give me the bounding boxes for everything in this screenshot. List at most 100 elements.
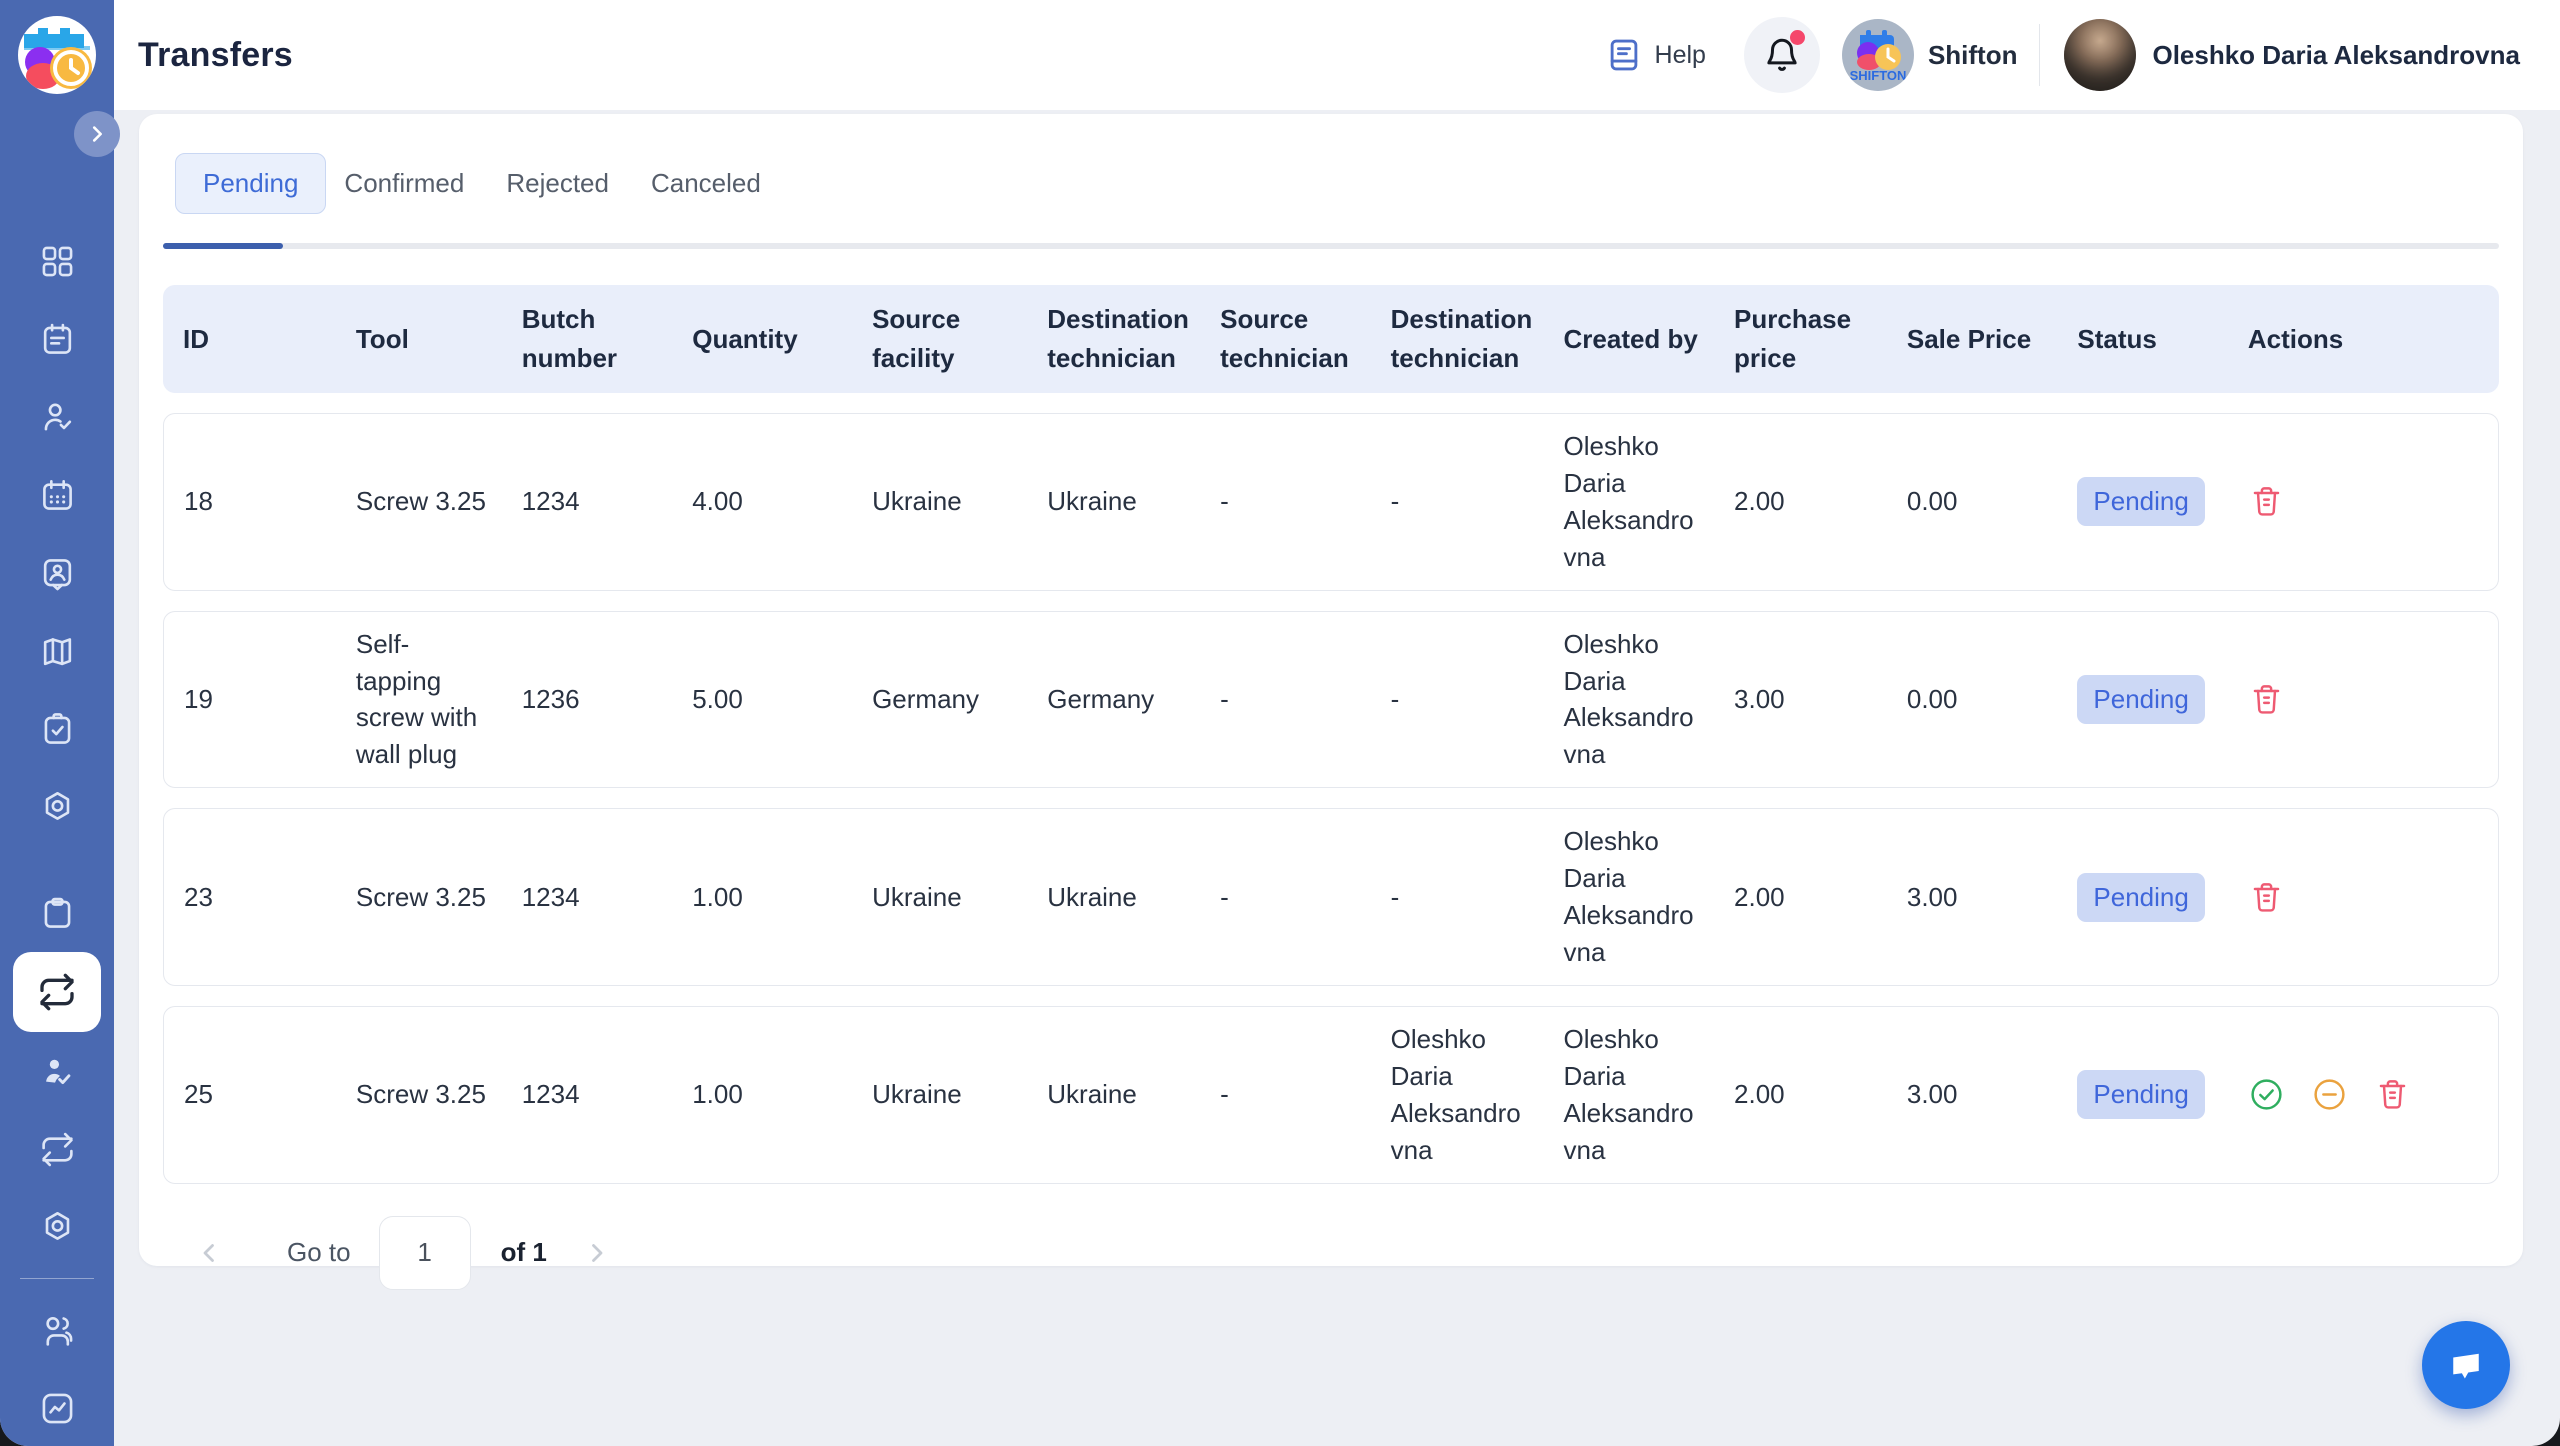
cell-id: 18 <box>163 413 336 591</box>
status-tabs: Pending Confirmed Rejected Canceled <box>163 153 2499 214</box>
tab-rejected[interactable]: Rejected <box>506 154 609 213</box>
status-badge: Pending <box>2077 873 2204 922</box>
cell-created-by: Oleshko Daria Aleksandrovna <box>1544 1006 1715 1184</box>
cell-sale-price: 0.00 <box>1887 611 2058 789</box>
sidebar-item-notes[interactable] <box>12 300 102 378</box>
page-prev-button[interactable] <box>195 1238 225 1268</box>
sidebar-expand-button[interactable] <box>74 111 120 157</box>
sidebar-item-technician-check[interactable] <box>12 1032 102 1110</box>
cell-status: Pending <box>2057 808 2228 986</box>
sidebar-item-user-check[interactable] <box>12 378 102 456</box>
exchange-icon <box>39 1131 76 1168</box>
tab-pending[interactable]: Pending <box>175 153 326 214</box>
col-purchase-price: Purchase price <box>1714 285 1887 393</box>
sidebar-nav <box>0 222 114 1446</box>
cell-destination-technician-2: - <box>1371 808 1544 986</box>
cell-source-technician: - <box>1200 1006 1371 1184</box>
sidebar-item-settings-nut[interactable] <box>12 768 102 846</box>
cell-created-by: Oleshko Daria Aleksandrovna <box>1544 808 1715 986</box>
company-name: Shifton <box>1928 40 2018 71</box>
cell-source-facility: Ukraine <box>852 808 1027 986</box>
trash-icon <box>2248 879 2285 916</box>
sidebar-item-dashboard[interactable] <box>12 222 102 300</box>
tab-indicator <box>163 243 283 249</box>
check-circle-icon <box>2248 1076 2285 1113</box>
notifications-button[interactable] <box>1744 17 1820 93</box>
trash-icon <box>2248 681 2285 718</box>
minus-circle-icon <box>2311 1076 2348 1113</box>
cell-purchase-price: 2.00 <box>1714 808 1887 986</box>
cell-status: Pending <box>2057 1006 2228 1184</box>
cell-tool: Self-tapping screw with wall plug <box>336 611 502 789</box>
page-input[interactable] <box>379 1216 471 1290</box>
help-button[interactable]: Help <box>1605 36 1706 74</box>
cell-destination-technician: Germany <box>1027 611 1200 789</box>
topbar-divider <box>2039 24 2040 86</box>
shifton-logo-icon <box>18 16 96 94</box>
sidebar-item-id-badge[interactable] <box>12 534 102 612</box>
company-switcher[interactable]: SHIFTON Shifton <box>1842 19 2018 91</box>
cell-source-facility: Germany <box>852 611 1027 789</box>
cell-sale-price: 0.00 <box>1887 413 2058 591</box>
cell-source-facility: Ukraine <box>852 1006 1027 1184</box>
page-next-button[interactable] <box>581 1238 611 1268</box>
shifton-app-logo[interactable] <box>18 16 96 94</box>
sidebar-item-analytics[interactable] <box>12 1369 102 1446</box>
calendar-icon <box>39 477 76 514</box>
user-menu[interactable]: Oleshko Daria Aleksandrovna <box>2064 19 2520 91</box>
page-title: Transfers <box>138 36 293 75</box>
status-badge: Pending <box>2077 1070 2204 1119</box>
cell-status: Pending <box>2057 413 2228 591</box>
cell-actions <box>2228 413 2499 591</box>
cell-id: 23 <box>163 808 336 986</box>
help-manual-icon <box>1605 36 1643 74</box>
dashboard-grid-icon <box>39 243 76 280</box>
tab-confirmed[interactable]: Confirmed <box>344 154 464 213</box>
sidebar-item-exchange[interactable] <box>12 1110 102 1188</box>
delete-button[interactable] <box>2374 1076 2411 1113</box>
chat-button[interactable] <box>2422 1321 2510 1409</box>
cell-tool: Screw 3.25 <box>336 808 502 986</box>
company-logo-text: SHIFTON <box>1850 68 1907 83</box>
delete-button[interactable] <box>2248 681 2285 718</box>
cell-destination-technician-2: - <box>1371 413 1544 591</box>
table-row: 25 Screw 3.25 1234 1.00 Ukraine Ukraine … <box>163 1006 2499 1184</box>
sidebar-item-settings-nut-2[interactable] <box>12 1188 102 1266</box>
cell-created-by: Oleshko Daria Aleksandrovna <box>1544 413 1715 591</box>
app-window: Transfers Help <box>0 0 2560 1446</box>
user-check-icon <box>39 399 76 436</box>
approve-button[interactable] <box>2248 1076 2285 1113</box>
sidebar-item-clipboard-check[interactable] <box>12 690 102 768</box>
tab-indicator-track <box>163 243 2499 249</box>
sidebar-item-clipboard[interactable] <box>12 874 102 952</box>
sidebar-item-calendar[interactable] <box>12 456 102 534</box>
tab-canceled[interactable]: Canceled <box>651 154 761 213</box>
sidebar-item-team[interactable] <box>12 1291 102 1369</box>
delete-button[interactable] <box>2248 483 2285 520</box>
trash-icon <box>2374 1076 2411 1113</box>
main-area: Transfers Help <box>114 0 2560 1446</box>
cell-tool: Screw 3.25 <box>336 413 502 591</box>
cell-source-facility: Ukraine <box>852 413 1027 591</box>
cell-purchase-price: 3.00 <box>1714 611 1887 789</box>
col-source-technician: Source technician <box>1200 285 1371 393</box>
company-logo-icon: SHIFTON <box>1842 19 1914 91</box>
cell-actions <box>2228 1006 2499 1184</box>
sidebar-item-transfers[interactable] <box>13 952 101 1032</box>
transfers-card: Pending Confirmed Rejected Canceled <box>139 114 2523 1266</box>
clipboard-check-icon <box>39 711 76 748</box>
user-name: Oleshko Daria Aleksandrovna <box>2152 40 2520 71</box>
id-badge-icon <box>39 555 76 592</box>
sidebar-item-map[interactable] <box>12 612 102 690</box>
team-icon <box>39 1312 76 1349</box>
table-row: 18 Screw 3.25 1234 4.00 Ukraine Ukraine … <box>163 413 2499 591</box>
cell-created-by: Oleshko Daria Aleksandrovna <box>1544 611 1715 789</box>
cell-purchase-price: 2.00 <box>1714 413 1887 591</box>
table-header-row: ID Tool Butch number Quantity Source fac… <box>163 285 2499 393</box>
reject-button[interactable] <box>2311 1076 2348 1113</box>
sidebar-divider <box>20 1278 94 1279</box>
pagination: Go to of 1 <box>163 1216 2499 1290</box>
cell-source-technician: - <box>1200 611 1371 789</box>
delete-button[interactable] <box>2248 879 2285 916</box>
cell-destination-technician-2: - <box>1371 611 1544 789</box>
